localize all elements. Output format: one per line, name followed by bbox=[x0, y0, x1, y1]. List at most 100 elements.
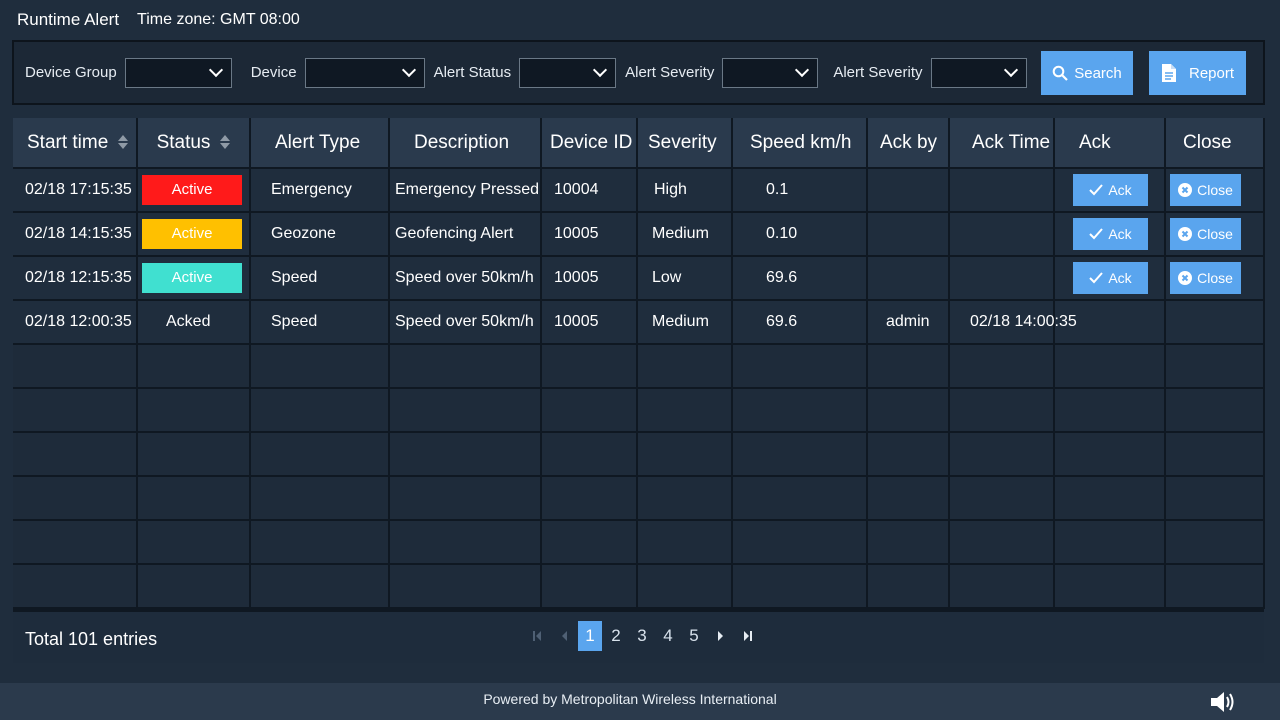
page-button-3[interactable]: 3 bbox=[629, 626, 655, 646]
column-header-description: Description bbox=[389, 118, 542, 169]
search-button[interactable]: Search bbox=[1041, 51, 1133, 95]
chevron-down-icon bbox=[795, 62, 810, 77]
page-button-1[interactable]: 1 bbox=[578, 621, 602, 651]
alert-severity-select[interactable] bbox=[722, 57, 819, 88]
cell-start-time: 02/18 12:15:35 bbox=[13, 256, 138, 301]
cell-ack-time bbox=[949, 212, 1055, 257]
alert-severity-select-2[interactable] bbox=[930, 57, 1027, 88]
table-row-empty bbox=[13, 476, 1265, 521]
column-label: Start time bbox=[27, 131, 109, 153]
status-badge: Active bbox=[142, 219, 242, 249]
page-button-2[interactable]: 2 bbox=[603, 626, 629, 646]
cell-ack-by bbox=[867, 256, 950, 301]
prev-page-icon[interactable] bbox=[550, 621, 577, 651]
close-circle-icon bbox=[1178, 183, 1193, 197]
check-icon bbox=[1089, 272, 1104, 284]
cell-severity: High bbox=[637, 168, 733, 213]
status-badge: Active bbox=[142, 263, 242, 293]
search-button-label: Search bbox=[1074, 64, 1122, 82]
table-row-empty bbox=[13, 520, 1265, 565]
cell-description: Geofencing Alert bbox=[389, 212, 542, 257]
ack-button-label: Ack bbox=[1108, 270, 1132, 286]
cell-speed: 69.6 bbox=[732, 256, 868, 301]
total-entries: Total 101 entries bbox=[25, 629, 158, 649]
cell-alert-type: Speed bbox=[250, 256, 390, 301]
speaker-icon[interactable] bbox=[1208, 687, 1238, 720]
cell-alert-type: Speed bbox=[250, 300, 390, 345]
cell-description: Speed over 50km/h bbox=[389, 300, 542, 345]
cell-status: Acked bbox=[137, 300, 251, 345]
page-button-5[interactable]: 5 bbox=[681, 626, 707, 646]
close-button[interactable]: Close bbox=[1170, 262, 1241, 294]
cell-severity: Medium bbox=[637, 212, 733, 257]
pagination: 1 2 3 4 5 bbox=[523, 620, 761, 652]
table-row: 02/18 17:15:35 Active Emergency Emergenc… bbox=[13, 168, 1265, 213]
close-circle-icon bbox=[1178, 271, 1193, 285]
alert-table: Start time Status Alert Type Description… bbox=[13, 118, 1265, 612]
cell-description: Speed over 50km/h bbox=[389, 256, 542, 301]
table-row-empty bbox=[13, 564, 1265, 609]
top-bar: Runtime Alert Time zone: GMT 08:00 bbox=[0, 0, 1280, 40]
sort-icon[interactable] bbox=[118, 135, 129, 150]
cell-speed: 0.10 bbox=[732, 212, 868, 257]
alert-status-select[interactable] bbox=[519, 57, 617, 88]
ack-button-label: Ack bbox=[1108, 226, 1132, 242]
ack-button[interactable]: Ack bbox=[1073, 218, 1148, 250]
table-row-empty bbox=[13, 388, 1265, 433]
report-button-label: Report bbox=[1188, 64, 1235, 82]
timezone-label: Time zone: GMT 08:00 bbox=[137, 11, 300, 28]
cell-alert-type: Geozone bbox=[250, 212, 390, 257]
cell-ack-time bbox=[949, 256, 1055, 301]
column-header-alert-type: Alert Type bbox=[250, 118, 390, 169]
cell-ack-by: admin bbox=[867, 300, 950, 345]
search-icon bbox=[1052, 65, 1069, 81]
close-button-label: Close bbox=[1197, 182, 1233, 198]
cell-device-id: 10005 bbox=[541, 256, 638, 301]
last-page-icon[interactable] bbox=[734, 621, 761, 651]
close-button[interactable]: Close bbox=[1170, 218, 1241, 250]
column-label: Status bbox=[156, 131, 211, 153]
chevron-down-icon bbox=[593, 62, 608, 77]
column-header-close: Close bbox=[1165, 118, 1265, 169]
column-header-start-time[interactable]: Start time bbox=[13, 118, 138, 169]
close-button-label: Close bbox=[1197, 226, 1233, 242]
cell-device-id: 10005 bbox=[541, 212, 638, 257]
page-footer: Powered by Metropolitan Wireless Interna… bbox=[0, 683, 1280, 720]
column-header-status[interactable]: Status bbox=[137, 118, 251, 169]
report-button[interactable]: Report bbox=[1149, 51, 1246, 95]
cell-ack-time bbox=[949, 168, 1055, 213]
table-footer: Total 101 entries 1 2 3 4 5 bbox=[13, 612, 1264, 663]
close-circle-icon bbox=[1178, 227, 1193, 241]
cell-device-id: 10004 bbox=[541, 168, 638, 213]
table-row-empty bbox=[13, 432, 1265, 477]
device-group-select[interactable] bbox=[124, 57, 232, 88]
cell-severity: Medium bbox=[637, 300, 733, 345]
device-select[interactable] bbox=[304, 57, 425, 88]
cell-close: Close bbox=[1165, 168, 1265, 213]
sort-icon[interactable] bbox=[220, 135, 231, 150]
close-button[interactable]: Close bbox=[1170, 174, 1241, 206]
cell-status: Active bbox=[137, 256, 251, 301]
alert-severity-label: Alert Severity bbox=[625, 64, 715, 81]
cell-status: Active bbox=[137, 212, 251, 257]
check-icon bbox=[1089, 184, 1104, 196]
cell-alert-type: Emergency bbox=[250, 168, 390, 213]
device-group-label: Device Group bbox=[25, 64, 117, 81]
page-button-4[interactable]: 4 bbox=[655, 626, 681, 646]
first-page-icon[interactable] bbox=[523, 621, 550, 651]
device-label: Device bbox=[250, 64, 297, 81]
cell-speed: 69.6 bbox=[732, 300, 868, 345]
table-row-empty bbox=[13, 344, 1265, 389]
cell-severity: Low bbox=[637, 256, 733, 301]
table-header-row: Start time Status Alert Type Description… bbox=[13, 118, 1265, 169]
column-header-ack-time: Ack Time bbox=[949, 118, 1055, 169]
table-row: 02/18 12:15:35 Active Speed Speed over 5… bbox=[13, 256, 1265, 301]
cell-ack: Ack bbox=[1054, 256, 1166, 301]
cell-close: Close bbox=[1165, 212, 1265, 257]
ack-button[interactable]: Ack bbox=[1073, 262, 1148, 294]
alert-severity-label-2: Alert Severity bbox=[833, 64, 923, 81]
ack-button[interactable]: Ack bbox=[1073, 174, 1148, 206]
page-title: Runtime Alert bbox=[17, 10, 120, 29]
cell-close: Close bbox=[1165, 256, 1265, 301]
next-page-icon[interactable] bbox=[707, 621, 734, 651]
